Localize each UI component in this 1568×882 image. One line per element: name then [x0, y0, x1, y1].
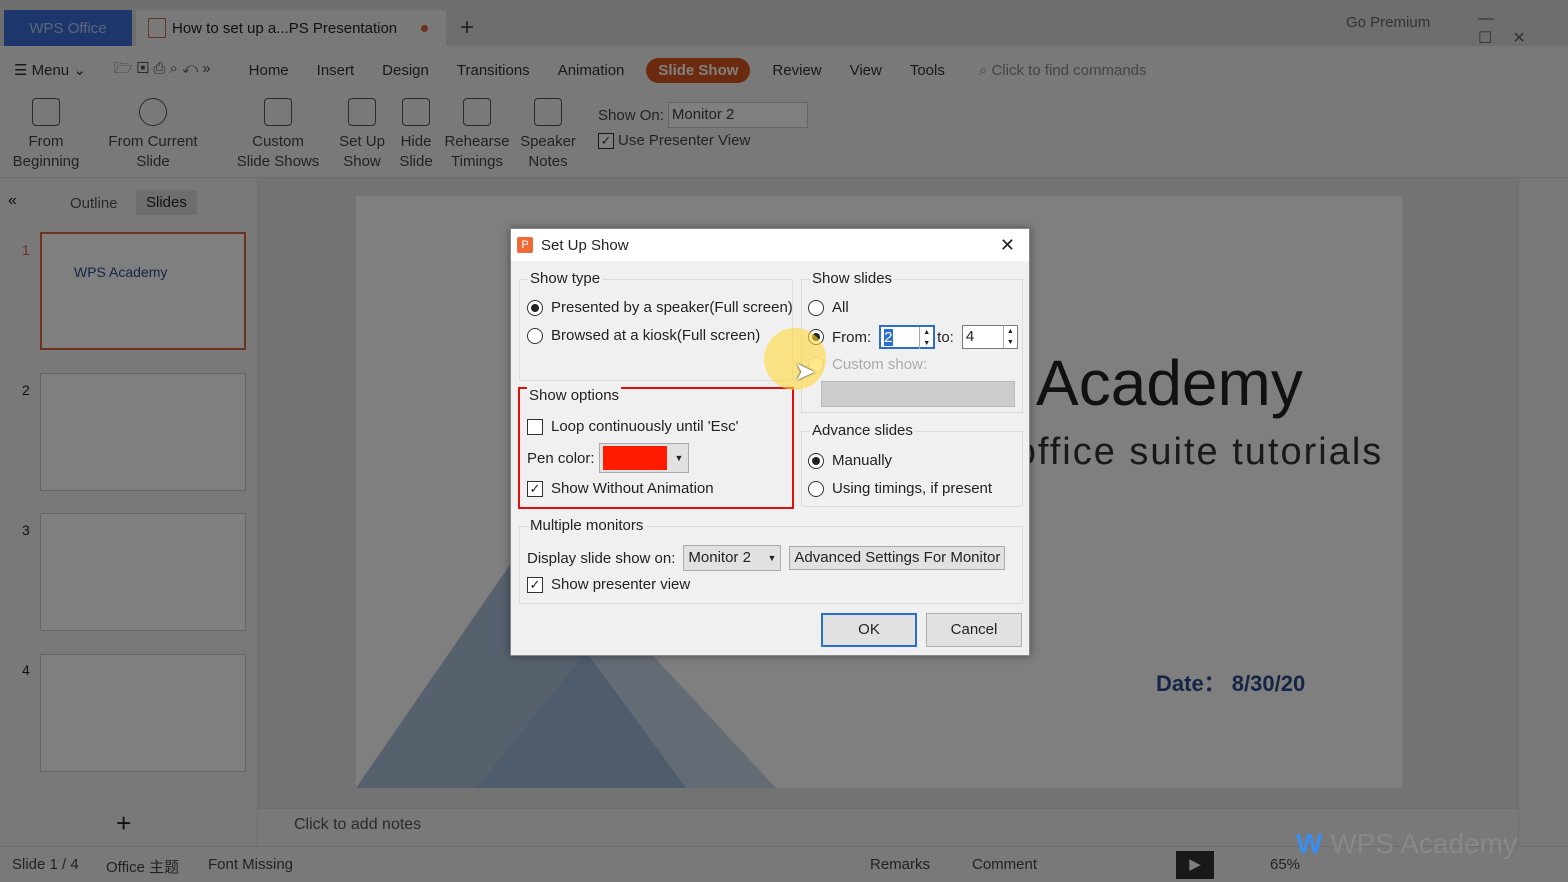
close-icon[interactable]: ✕ — [1000, 235, 1015, 256]
radio-presented-by-speaker[interactable]: Presented by a speaker(Full screen) — [527, 299, 793, 316]
dialog-title: Set Up Show — [541, 236, 629, 254]
show-presenter-view-checkbox[interactable]: ✓ Show presenter view — [527, 576, 690, 593]
wps-presentation-icon: P — [517, 237, 533, 253]
from-to-row: From: 2 ▲ ▼ to: 4 ▲ ▼ — [808, 325, 1018, 349]
pen-color-picker[interactable]: ▼ — [598, 443, 689, 473]
wps-academy-watermark: W WPS Academy — [1296, 828, 1517, 859]
pen-color-label: Pen color: — [527, 449, 595, 467]
radio-browsed-at-kiosk[interactable]: Browsed at a kiosk(Full screen) — [527, 327, 760, 344]
cancel-button[interactable]: Cancel — [926, 613, 1022, 647]
to-label: to: — [937, 328, 954, 346]
monitor-select[interactable]: Monitor 2 ▼ — [683, 545, 782, 571]
radio-using-timings[interactable]: Using timings, if present — [808, 480, 992, 497]
mouse-cursor-icon: ➤ — [794, 356, 816, 386]
radio-all-slides[interactable]: All — [808, 299, 849, 316]
from-label: From: — [832, 328, 872, 346]
display-label: Display slide show on: — [527, 549, 676, 567]
show-without-animation-checkbox[interactable]: ✓ Show Without Animation — [527, 480, 714, 497]
pen-color-swatch — [602, 446, 667, 470]
display-row: Display slide show on: Monitor 2 ▼ Advanc… — [527, 545, 1006, 571]
advanced-settings-button[interactable]: Advanced Settings For Monitor — [789, 546, 1006, 570]
set-up-show-dialog: P Set Up Show ✕ Show type Presented by a s… — [510, 228, 1030, 656]
from-spinner[interactable]: 2 ▲ ▼ — [879, 325, 936, 349]
custom-show-select[interactable] — [821, 381, 1015, 407]
ok-button[interactable]: OK — [821, 613, 917, 647]
loop-checkbox[interactable]: Loop continuously until 'Esc' — [527, 418, 739, 435]
radio-manually[interactable]: Manually — [808, 452, 892, 469]
to-spinner[interactable]: 4 ▲ ▼ — [961, 325, 1018, 349]
dialog-titlebar: P Set Up Show ✕ — [511, 229, 1029, 261]
pen-color-row: Pen color: ▼ — [527, 443, 689, 473]
